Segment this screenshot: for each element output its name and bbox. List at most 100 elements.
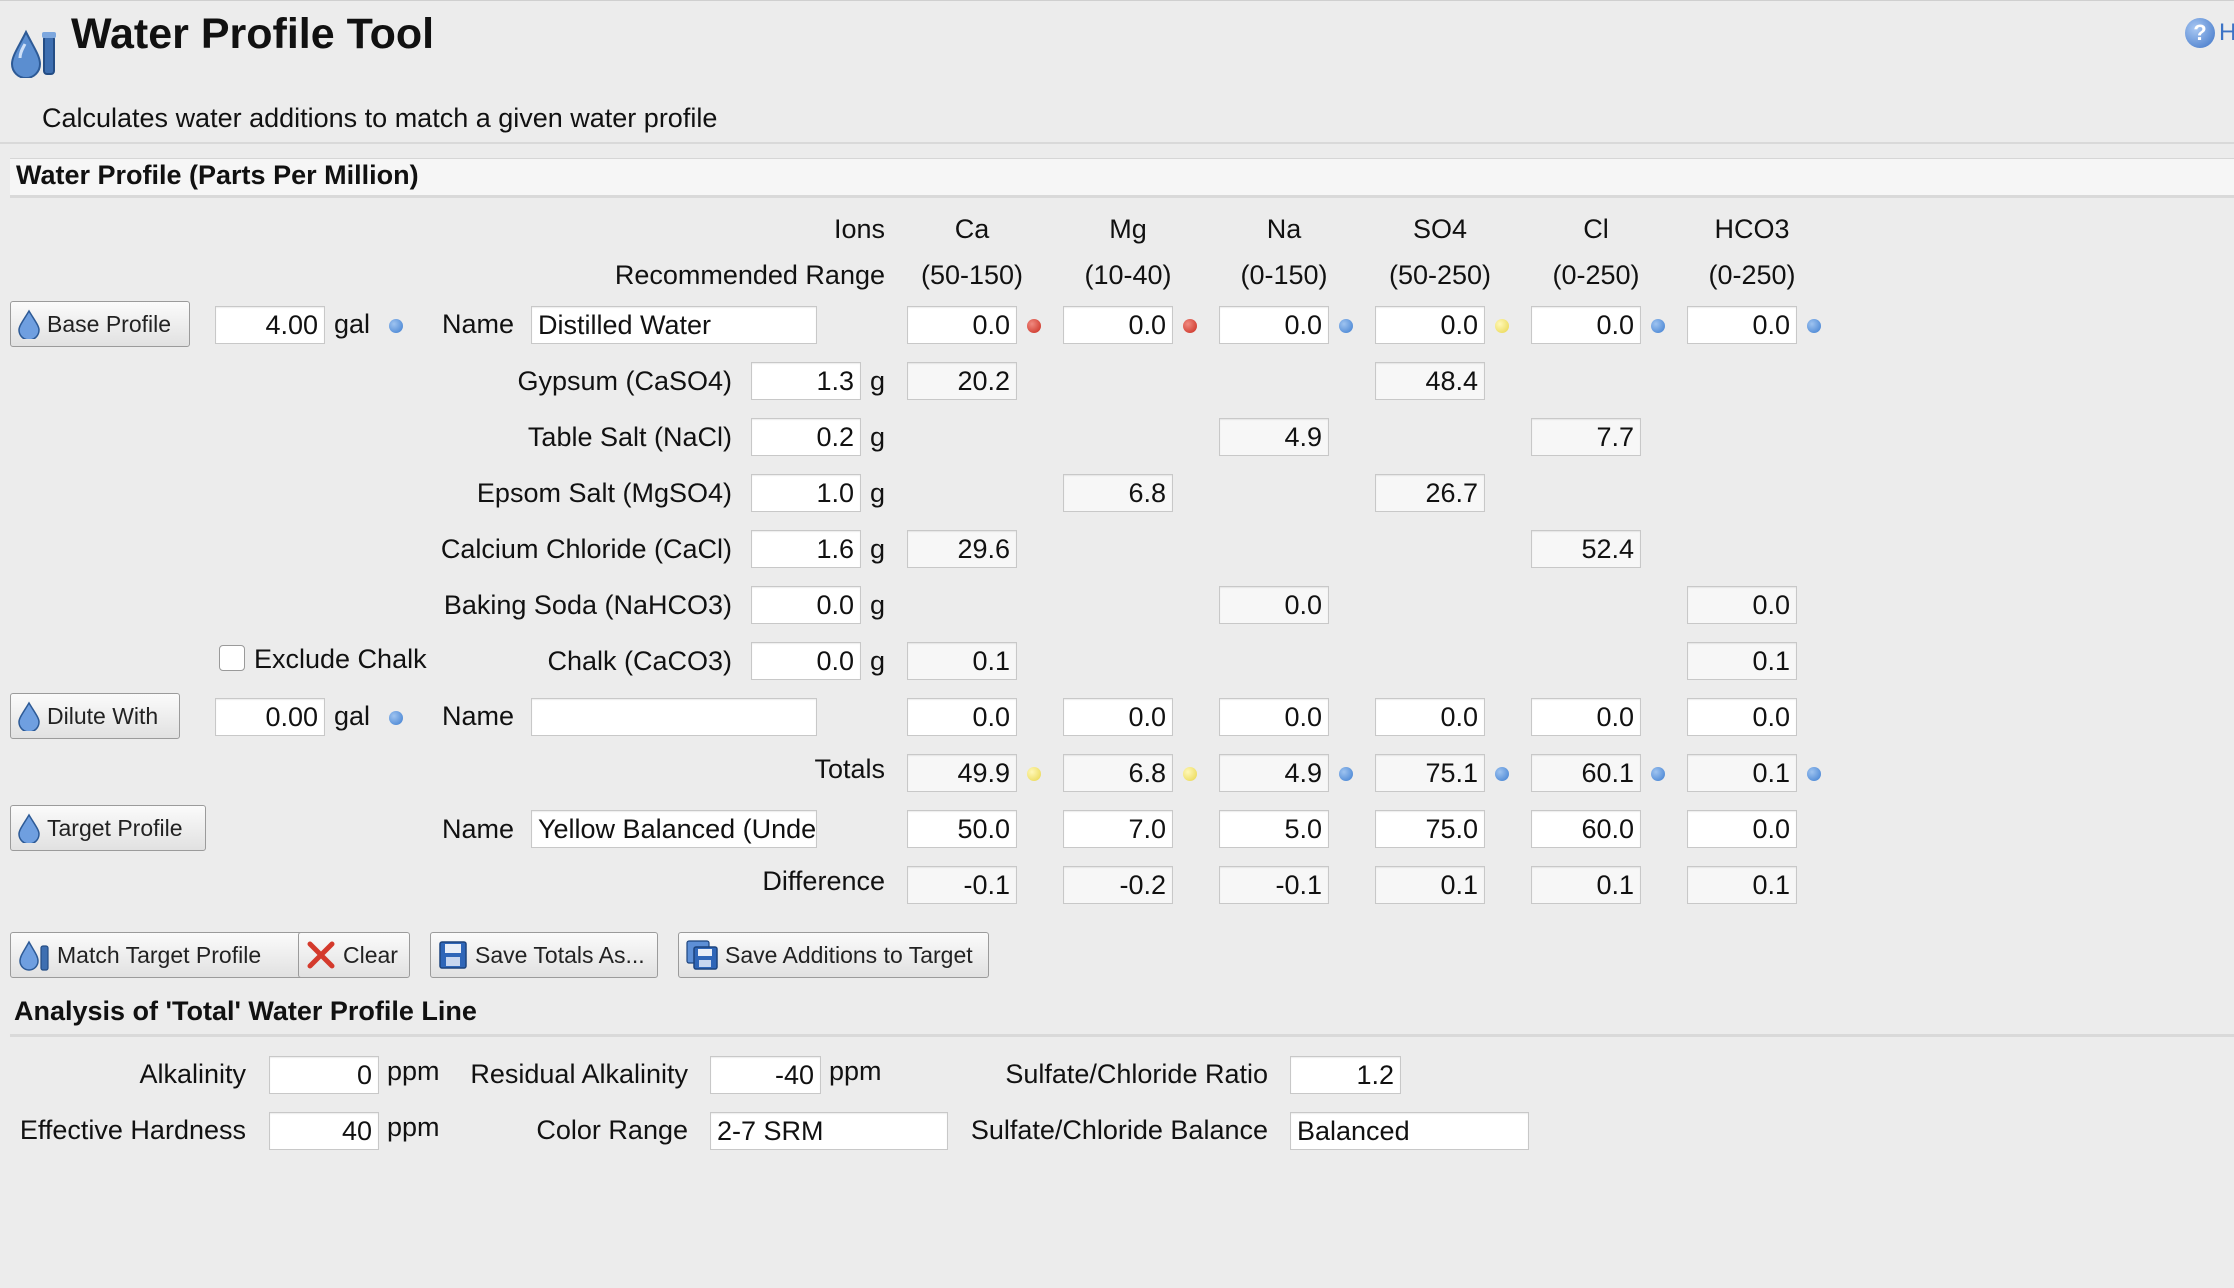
clear-button-label: Clear [343, 942, 398, 968]
totals-na-status-icon [1339, 767, 1353, 781]
clear-icon [307, 941, 335, 969]
gypsum-so4-value: 48.4 [1375, 362, 1485, 400]
sulfate-chloride-ratio-value: 1.2 [1290, 1056, 1401, 1094]
gypsum-label: Gypsum (CaSO4) [517, 366, 732, 396]
sulfate-chloride-balance-label: Sulfate/Chloride Balance [970, 1115, 1268, 1145]
calcium-chloride-cl-value: 52.4 [1531, 530, 1641, 568]
target-hco3-value[interactable]: 0.0 [1687, 810, 1797, 848]
totals-cl-status-icon [1651, 767, 1665, 781]
page-subtitle: Calculates water additions to match a gi… [42, 103, 718, 133]
calcium-chloride-amount-input[interactable]: 1.6 [751, 530, 861, 568]
chalk-hco3-value: 0.1 [1687, 642, 1797, 680]
baking-soda-na-value: 0.0 [1219, 586, 1329, 624]
baking-soda-unit: g [870, 590, 886, 620]
range-ca: (50-150) [920, 260, 1024, 290]
base-volume-input[interactable]: 4.00 [215, 306, 325, 344]
base-profile-button-label: Base Profile [47, 311, 172, 337]
target-name-label: Name [442, 814, 515, 844]
dilute-hco3-value[interactable]: 0.0 [1687, 698, 1797, 736]
dilute-name-input[interactable] [531, 698, 817, 736]
save-totals-button-label: Save Totals As... [475, 942, 645, 968]
residual-alkalinity-value: -40 [710, 1056, 821, 1094]
base-hco3-value[interactable]: 0.0 [1687, 306, 1797, 344]
table-salt-unit: g [870, 422, 886, 452]
dilute-volume-status-icon [389, 711, 403, 725]
totals-label: Totals [814, 754, 885, 784]
clear-button[interactable]: Clear [298, 932, 410, 978]
epsom-salt-amount-input[interactable]: 1.0 [751, 474, 861, 512]
epsom-salt-label: Epsom Salt (MgSO4) [476, 478, 732, 508]
epsom-salt-so4-value: 26.7 [1375, 474, 1485, 512]
help-button[interactable]: ? H [2185, 18, 2234, 48]
residual-alkalinity-label: Residual Alkalinity [470, 1059, 688, 1089]
base-cl-value[interactable]: 0.0 [1531, 306, 1641, 344]
base-name-input[interactable]: Distilled Water [531, 306, 817, 344]
chalk-amount-input[interactable]: 0.0 [751, 642, 861, 680]
dilute-mg-value[interactable]: 0.0 [1063, 698, 1173, 736]
chalk-ca-value: 0.1 [907, 642, 1017, 680]
ions-header-label: Ions [833, 214, 885, 244]
title-divider [0, 0, 2234, 1]
totals-cl-value: 60.1 [1531, 754, 1641, 792]
range-so4: (50-250) [1388, 260, 1492, 290]
dilute-with-button[interactable]: Dilute With [10, 693, 180, 739]
save-icon [439, 941, 467, 969]
dilute-name-label: Name [442, 701, 515, 731]
base-ca-value[interactable]: 0.0 [907, 306, 1017, 344]
alkalinity-value: 0 [269, 1056, 379, 1094]
target-name-input[interactable]: Yellow Balanced (Unde [531, 810, 817, 848]
sulfate-chloride-balance-value: Balanced [1290, 1112, 1529, 1150]
exclude-chalk-checkbox[interactable] [219, 645, 245, 671]
range-hco3: (0-250) [1708, 260, 1796, 290]
effective-hardness-value: 40 [269, 1112, 379, 1150]
base-mg-value[interactable]: 0.0 [1063, 306, 1173, 344]
base-volume-unit: gal [334, 309, 371, 339]
dilute-cl-value[interactable]: 0.0 [1531, 698, 1641, 736]
save-additions-button-label: Save Additions to Target [725, 942, 973, 968]
dilute-volume-input[interactable]: 0.00 [215, 698, 325, 736]
table-salt-amount-input[interactable]: 0.2 [751, 418, 861, 456]
analysis-section-title: Analysis of 'Total' Water Profile Line [14, 996, 477, 1026]
base-na-value[interactable]: 0.0 [1219, 306, 1329, 344]
dilute-ca-value[interactable]: 0.0 [907, 698, 1017, 736]
difference-hco3-value: 0.1 [1687, 866, 1797, 904]
chalk-unit: g [870, 646, 886, 676]
dilute-with-button-label: Dilute With [47, 703, 159, 729]
epsom-salt-mg-value: 6.8 [1063, 474, 1173, 512]
difference-ca-value: -0.1 [907, 866, 1017, 904]
gypsum-amount-input[interactable]: 1.3 [751, 362, 861, 400]
totals-hco3-status-icon [1807, 767, 1821, 781]
dilute-na-value[interactable]: 0.0 [1219, 698, 1329, 736]
base-profile-button[interactable]: Base Profile [10, 301, 190, 347]
gypsum-unit: g [870, 366, 886, 396]
water-drop-icon [18, 701, 40, 731]
target-na-value[interactable]: 5.0 [1219, 810, 1329, 848]
target-mg-value[interactable]: 7.0 [1063, 810, 1173, 848]
residual-alkalinity-unit: ppm [829, 1056, 882, 1086]
difference-so4-value: 0.1 [1375, 866, 1485, 904]
target-so4-value[interactable]: 75.0 [1375, 810, 1485, 848]
target-cl-value[interactable]: 60.0 [1531, 810, 1641, 848]
calcium-chloride-label: Calcium Chloride (CaCl) [440, 534, 732, 564]
match-target-profile-button[interactable]: Match Target Profile [10, 932, 318, 978]
totals-ca-status-icon [1027, 767, 1041, 781]
save-additions-button[interactable]: Save Additions to Target [678, 932, 989, 978]
base-name-label: Name [442, 309, 515, 339]
target-ca-value[interactable]: 50.0 [907, 810, 1017, 848]
difference-label: Difference [762, 866, 885, 896]
difference-cl-value: 0.1 [1531, 866, 1641, 904]
exclude-chalk-label[interactable]: Exclude Chalk [254, 641, 427, 677]
target-profile-button[interactable]: Target Profile [10, 805, 206, 851]
table-salt-na-value: 4.9 [1219, 418, 1329, 456]
dilute-so4-value[interactable]: 0.0 [1375, 698, 1485, 736]
save-totals-button[interactable]: Save Totals As... [430, 932, 658, 978]
sulfate-chloride-ratio-label: Sulfate/Chloride Ratio [1005, 1059, 1268, 1089]
subtitle-divider [0, 142, 2234, 144]
calcium-chloride-unit: g [870, 534, 886, 564]
difference-mg-value: -0.2 [1063, 866, 1173, 904]
baking-soda-amount-input[interactable]: 0.0 [751, 586, 861, 624]
base-so4-value[interactable]: 0.0 [1375, 306, 1485, 344]
base-mg-status-icon [1183, 319, 1197, 333]
table-salt-label: Table Salt (NaCl) [527, 422, 732, 452]
water-drop-icon [18, 813, 40, 843]
